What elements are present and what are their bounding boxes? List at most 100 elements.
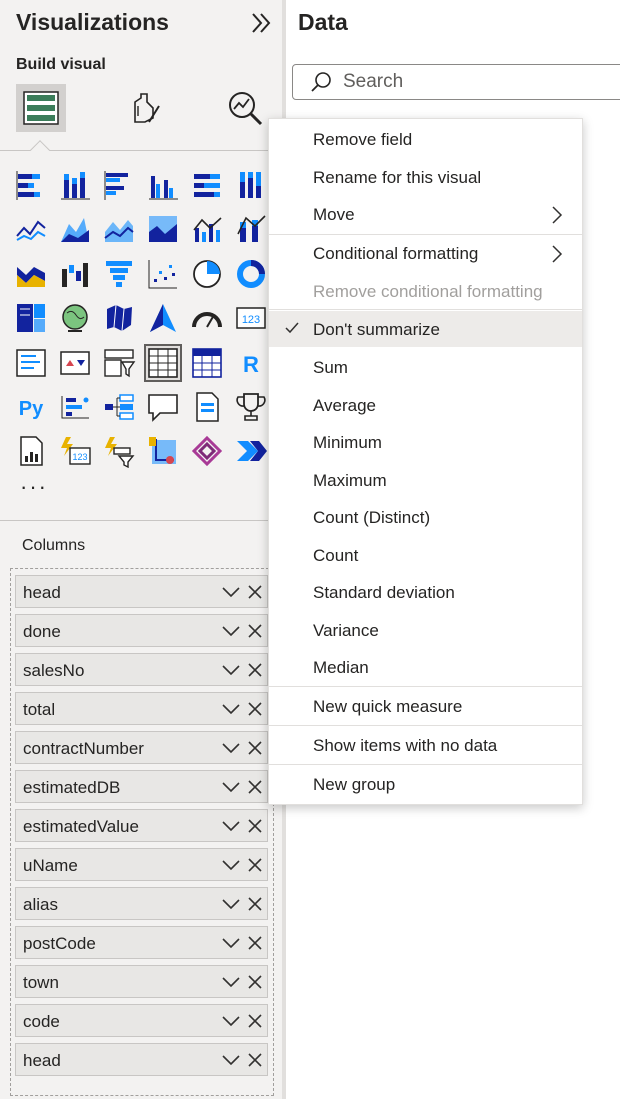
close-icon[interactable] bbox=[248, 1014, 262, 1028]
power-automate-icon[interactable] bbox=[234, 434, 268, 468]
ribbon-chart-icon[interactable] bbox=[14, 257, 48, 291]
multi-row-card-icon[interactable] bbox=[14, 346, 48, 380]
field-pill[interactable]: head bbox=[15, 1043, 268, 1076]
menu-item-move[interactable]: Move bbox=[269, 196, 582, 232]
key-influencers-icon[interactable] bbox=[58, 390, 92, 424]
table-icon[interactable] bbox=[144, 343, 182, 382]
clustered-bar-icon[interactable] bbox=[102, 168, 136, 202]
menu-item-sum[interactable]: Sum bbox=[269, 349, 582, 385]
field-pill[interactable]: contractNumber bbox=[15, 731, 268, 764]
field-pill[interactable]: uName bbox=[15, 848, 268, 881]
field-pill[interactable]: estimatedValue bbox=[15, 809, 268, 842]
card-icon[interactable]: 123 bbox=[234, 301, 268, 335]
close-icon[interactable] bbox=[248, 975, 262, 989]
close-icon[interactable] bbox=[248, 819, 262, 833]
menu-item-median[interactable]: Median bbox=[269, 649, 582, 685]
qna-icon[interactable] bbox=[146, 390, 180, 424]
power-apps-card-icon[interactable]: 123 bbox=[58, 434, 92, 468]
close-icon[interactable] bbox=[248, 1053, 262, 1067]
stacked-bar-icon[interactable] bbox=[14, 168, 48, 202]
close-icon[interactable] bbox=[248, 741, 262, 755]
chevron-down-icon[interactable] bbox=[222, 1015, 240, 1027]
line-stacked-column-icon[interactable] bbox=[234, 212, 268, 246]
menu-item-new-quick-measure[interactable]: New quick measure bbox=[269, 688, 582, 724]
trophy-icon[interactable] bbox=[234, 390, 268, 424]
search-input[interactable] bbox=[343, 69, 603, 95]
field-pill[interactable]: salesNo bbox=[15, 653, 268, 686]
close-icon[interactable] bbox=[248, 624, 262, 638]
100-stacked-column-icon[interactable] bbox=[234, 168, 268, 202]
treemap-icon[interactable] bbox=[14, 301, 48, 335]
pie-chart-icon[interactable] bbox=[190, 257, 224, 291]
chevron-down-icon[interactable] bbox=[222, 898, 240, 910]
field-pill[interactable]: head bbox=[15, 575, 268, 608]
field-pill[interactable]: estimatedDB bbox=[15, 770, 268, 803]
gauge-icon[interactable] bbox=[190, 301, 224, 335]
map-icon[interactable] bbox=[58, 301, 92, 335]
stacked-area-icon[interactable] bbox=[102, 212, 136, 246]
field-pill[interactable]: town bbox=[15, 965, 268, 998]
chevron-down-icon[interactable] bbox=[222, 703, 240, 715]
paginated-report-icon[interactable] bbox=[190, 390, 224, 424]
chevron-down-icon[interactable] bbox=[222, 781, 240, 793]
chevron-down-icon[interactable] bbox=[222, 820, 240, 832]
menu-item-maximum[interactable]: Maximum bbox=[269, 462, 582, 498]
chevron-down-icon[interactable] bbox=[222, 625, 240, 637]
close-icon[interactable] bbox=[248, 897, 262, 911]
scatter-chart-icon[interactable] bbox=[146, 257, 180, 291]
close-icon[interactable] bbox=[248, 702, 262, 716]
area-chart-icon[interactable] bbox=[58, 212, 92, 246]
chevron-down-icon[interactable] bbox=[222, 976, 240, 988]
line-chart-icon[interactable] bbox=[14, 212, 48, 246]
close-icon[interactable] bbox=[248, 858, 262, 872]
azure-map-icon[interactable] bbox=[146, 301, 180, 335]
stacked-column-icon[interactable] bbox=[58, 168, 92, 202]
power-apps-slicer-icon[interactable] bbox=[102, 434, 136, 469]
decomposition-tree-icon[interactable] bbox=[102, 390, 136, 424]
analytics-tab[interactable] bbox=[220, 84, 270, 132]
menu-item-standard-deviation[interactable]: Standard deviation bbox=[269, 574, 582, 610]
menu-item-rename-for-this-visual[interactable]: Rename for this visual bbox=[269, 159, 582, 195]
100-stacked-bar-icon[interactable] bbox=[190, 168, 224, 202]
filled-map-icon[interactable] bbox=[102, 301, 136, 335]
field-pill[interactable]: done bbox=[15, 614, 268, 647]
line-clustered-column-icon[interactable] bbox=[190, 212, 224, 246]
menu-item-minimum[interactable]: Minimum bbox=[269, 424, 582, 460]
close-icon[interactable] bbox=[248, 780, 262, 794]
field-pill[interactable]: total bbox=[15, 692, 268, 725]
donut-chart-icon[interactable] bbox=[234, 257, 268, 291]
slicer-icon[interactable] bbox=[102, 346, 136, 380]
matrix-icon[interactable] bbox=[190, 346, 224, 380]
waterfall-chart-icon[interactable] bbox=[58, 257, 92, 291]
chevron-down-icon[interactable] bbox=[222, 859, 240, 871]
close-icon[interactable] bbox=[248, 585, 262, 599]
kpi-icon[interactable] bbox=[58, 346, 92, 380]
field-pill[interactable]: postCode bbox=[15, 926, 268, 959]
more-visuals-button[interactable]: ··· bbox=[20, 474, 48, 500]
menu-item-dont-summarize[interactable]: Don't summarize bbox=[269, 311, 582, 347]
funnel-chart-icon[interactable] bbox=[102, 257, 136, 291]
collapse-pane-button[interactable] bbox=[248, 10, 274, 36]
python-visual-icon[interactable]: Py bbox=[14, 390, 48, 424]
menu-item-new-group[interactable]: New group bbox=[269, 766, 582, 802]
chevron-down-icon[interactable] bbox=[222, 664, 240, 676]
format-visual-tab[interactable] bbox=[120, 84, 170, 132]
menu-item-remove-field[interactable]: Remove field bbox=[269, 121, 582, 157]
menu-item-average[interactable]: Average bbox=[269, 387, 582, 423]
report-icon[interactable] bbox=[14, 434, 48, 468]
search-box[interactable] bbox=[292, 64, 620, 100]
field-pill[interactable]: code bbox=[15, 1004, 268, 1037]
menu-item-count[interactable]: Count bbox=[269, 537, 582, 573]
menu-item-show-items-with-no-data[interactable]: Show items with no data bbox=[269, 727, 582, 763]
power-apps-icon[interactable] bbox=[190, 434, 224, 468]
chevron-down-icon[interactable] bbox=[222, 1054, 240, 1066]
close-icon[interactable] bbox=[248, 663, 262, 677]
chevron-down-icon[interactable] bbox=[222, 742, 240, 754]
chevron-down-icon[interactable] bbox=[222, 586, 240, 598]
chevron-down-icon[interactable] bbox=[222, 937, 240, 949]
field-pill[interactable]: alias bbox=[15, 887, 268, 920]
clustered-column-icon[interactable] bbox=[146, 168, 180, 202]
r-visual-icon[interactable]: R bbox=[234, 346, 268, 380]
power-automate-map-icon[interactable] bbox=[146, 434, 180, 468]
build-visual-tab[interactable] bbox=[16, 84, 66, 132]
